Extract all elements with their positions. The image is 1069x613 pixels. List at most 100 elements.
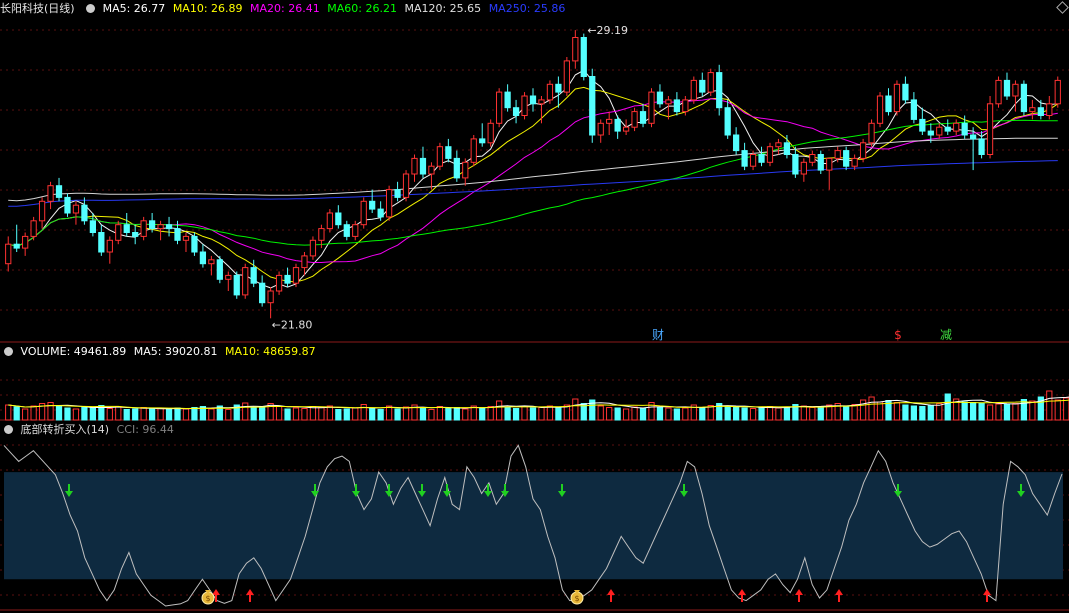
candle (639, 103, 647, 128)
candle-body (72, 204, 80, 214)
volume-bar (673, 408, 681, 421)
candle-body (292, 267, 300, 284)
volume-bar (343, 408, 350, 421)
cci-label: CCI: 96.44 (116, 423, 174, 436)
volume-bar (783, 406, 791, 421)
volume-bar (428, 409, 435, 421)
candle-body (639, 111, 647, 124)
candle (284, 267, 291, 288)
candle-body (1003, 79, 1011, 97)
volume-bar (1063, 397, 1069, 421)
candle (589, 68, 596, 143)
candle-body (614, 118, 621, 132)
candle-body (766, 146, 774, 163)
volume-ma10-label: MA10: 48659.87 (224, 345, 316, 358)
volume-bar (72, 408, 80, 421)
candle (1054, 76, 1061, 108)
volume-bar (64, 407, 71, 421)
candle-body (944, 126, 951, 132)
candle (225, 271, 232, 291)
volume-bar (809, 407, 816, 421)
candle-body (961, 122, 968, 136)
candle (81, 197, 88, 225)
volume-bar (622, 408, 630, 421)
volume-bar (30, 405, 37, 421)
candle-body (47, 185, 54, 202)
volume-settings-circle-icon[interactable] (4, 347, 13, 356)
candle-body (411, 157, 418, 175)
candle-body (792, 154, 799, 175)
settings-circle-icon[interactable] (86, 4, 96, 13)
ma-line-10 (8, 86, 1059, 283)
chart-canvas[interactable]: ←29.19 ←21.80 财 $ 减 $ $ (0, 0, 1069, 613)
volume-bar (851, 404, 858, 421)
low-price-label: ←21.80 (272, 318, 313, 331)
candle-body (834, 150, 841, 159)
volume-bar (301, 408, 308, 421)
candle-body (707, 72, 714, 93)
candle-body (5, 243, 12, 265)
candle-body (758, 154, 765, 163)
candle-body (876, 95, 884, 124)
candle (1029, 99, 1036, 120)
candle-body (521, 95, 528, 116)
candle (741, 142, 748, 171)
candle (242, 263, 249, 299)
candle (1020, 80, 1028, 116)
candle (191, 232, 198, 256)
candle (944, 119, 951, 135)
candle (462, 158, 469, 186)
candle (775, 138, 782, 155)
volume-bar (978, 402, 985, 421)
candle (902, 76, 909, 104)
volume-bar (927, 405, 934, 421)
volume-bar (496, 400, 503, 421)
candle-body (89, 220, 96, 234)
volume-bar (385, 405, 393, 421)
volume-bar (284, 408, 291, 421)
candle-body (326, 212, 333, 230)
candle-body (563, 60, 570, 93)
candle (614, 115, 621, 139)
volume-bar (699, 407, 706, 421)
candle-body (1046, 103, 1053, 117)
candle (953, 119, 960, 135)
candle (622, 119, 630, 135)
candle (986, 96, 994, 159)
volume-bar (250, 407, 257, 421)
candle (724, 99, 731, 139)
candle-body (38, 200, 46, 222)
candle (72, 201, 80, 225)
candle-body (817, 154, 824, 171)
candle (546, 80, 554, 104)
volume-bar (394, 408, 401, 421)
volume-bar (741, 407, 748, 421)
candle-body (140, 220, 147, 237)
volume-bar (13, 406, 20, 421)
volume-bar (174, 407, 181, 421)
candle (699, 72, 706, 96)
volume-bar (936, 403, 943, 421)
volume-bar (335, 409, 342, 421)
candle-body (699, 79, 706, 93)
candle (1046, 96, 1053, 120)
candle (910, 92, 918, 124)
ma250-label: MA250: 25.86 (488, 2, 566, 15)
volume-bar (377, 409, 384, 421)
volume-bar (546, 405, 554, 421)
candle-body (851, 157, 858, 167)
candle-body (1020, 83, 1028, 113)
volume-bar (191, 407, 198, 421)
volume-bar (140, 407, 147, 421)
indicator-settings-circle-icon[interactable] (4, 425, 13, 434)
ma20-label: MA20: 26.41 (250, 2, 320, 15)
volume-bar (665, 407, 672, 421)
candle (800, 158, 807, 182)
candle-body (538, 99, 545, 105)
candle (766, 142, 774, 167)
candle-body (606, 118, 613, 124)
volume-bar (817, 406, 824, 421)
candle-body (267, 290, 274, 304)
volume-bar (521, 406, 528, 421)
candle-body (13, 243, 20, 249)
